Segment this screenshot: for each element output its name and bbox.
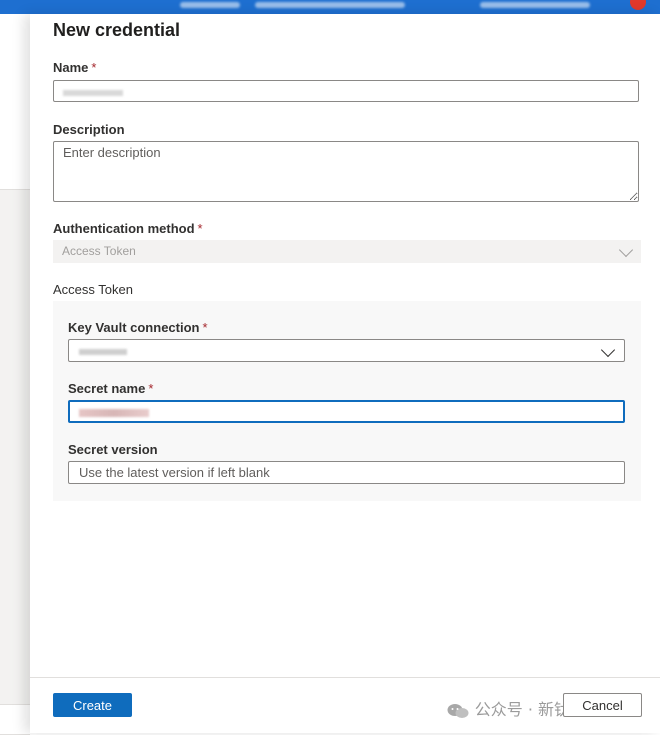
background-row: [0, 14, 30, 60]
description-label: Description: [53, 122, 125, 137]
key-vault-label-text: Key Vault connection: [68, 320, 200, 335]
chevron-down-icon: [618, 242, 634, 258]
create-button[interactable]: Create: [53, 693, 132, 717]
name-label: Name *: [53, 60, 96, 75]
background-row: [0, 94, 30, 190]
top-app-bar: [0, 0, 660, 14]
redacted-value: [63, 89, 123, 96]
required-marker: *: [91, 60, 97, 75]
access-token-group: Key Vault connection * Secret name * Secre…: [53, 301, 641, 501]
name-label-text: Name: [53, 60, 89, 75]
required-marker: *: [148, 381, 154, 396]
auth-method-label: Authentication method *: [53, 221, 203, 236]
wechat-icon: [447, 703, 469, 718]
required-marker: *: [202, 320, 208, 335]
blurred-text: [180, 2, 240, 8]
background-row: [0, 59, 30, 95]
panel-footer: Create 公众号 · 新钛云服 Cancel: [30, 677, 660, 733]
auth-method-value: Access Token: [62, 244, 136, 258]
redacted-value: [79, 348, 127, 355]
panel-title: New credential: [53, 20, 181, 40]
secret-version-label: Secret version: [68, 442, 158, 457]
secret-name-label-text: Secret name: [68, 381, 146, 396]
auth-method-dropdown: Access Token: [53, 240, 641, 263]
access-token-heading: Access Token: [53, 282, 133, 297]
background-row: [0, 704, 30, 735]
description-textarea[interactable]: [53, 141, 639, 202]
notification-badge-icon[interactable]: [630, 0, 646, 10]
key-vault-dropdown[interactable]: [68, 339, 625, 362]
cancel-button[interactable]: Cancel: [563, 693, 642, 717]
chevron-down-icon: [600, 342, 616, 358]
secret-version-input[interactable]: Use the latest version if left blank: [68, 461, 625, 484]
blurred-text: [480, 2, 590, 8]
secret-name-label: Secret name *: [68, 381, 153, 396]
secret-name-input[interactable]: [68, 400, 625, 423]
secret-version-placeholder: Use the latest version if left blank: [79, 465, 270, 480]
name-input[interactable]: [53, 80, 639, 102]
auth-method-label-text: Authentication method: [53, 221, 195, 236]
new-credential-panel: New credential Name* Description Authent…: [30, 14, 660, 733]
background-page: [0, 14, 30, 735]
required-marker: *: [197, 221, 203, 236]
redacted-value: [79, 408, 149, 417]
key-vault-label: Key Vault connection *: [68, 320, 208, 335]
blurred-text: [255, 2, 405, 8]
